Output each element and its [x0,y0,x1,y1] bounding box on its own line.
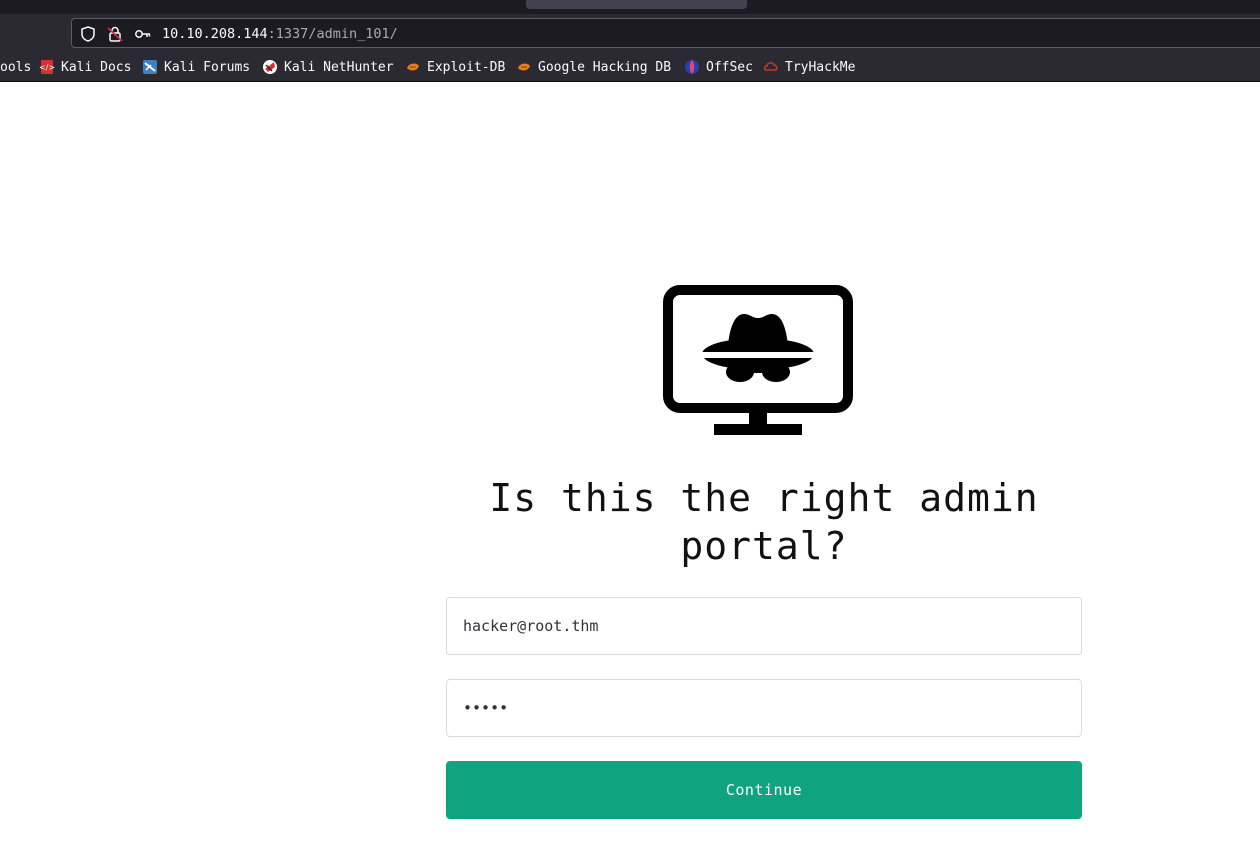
url-host: 10.10.208.144 [162,26,268,42]
bookmark-offsec[interactable]: OffSec [684,58,753,76]
incognito-monitor-icon [662,284,854,438]
tab-strip [0,0,1260,14]
kali-forums-icon [142,59,158,75]
bookmark-google-hacking-db[interactable]: Google Hacking DB [516,58,671,76]
bookmark-kali-forums[interactable]: Kali Forums [142,58,250,76]
active-tab[interactable] [526,0,747,9]
google-hacking-db-icon [516,59,532,75]
key-icon[interactable] [134,25,152,43]
kali-docs-icon: </> [39,59,55,75]
email-field[interactable] [446,597,1082,655]
bookmark-label: OffSec [706,59,753,75]
shield-icon[interactable] [79,25,97,43]
password-field[interactable] [446,679,1082,737]
offsec-icon [684,59,700,75]
bookmark-label: ools [0,59,32,75]
kali-nethunter-icon [262,59,278,75]
bookmark-label: Google Hacking DB [538,59,672,75]
insecure-lock-icon[interactable] [106,25,124,43]
page-title: Is this the right admin portal? [489,476,1039,568]
address-bar[interactable]: 10.10.208.144:1337/admin_101/ [71,18,1260,48]
bookmark-label: Kali NetHunter [284,59,394,75]
bookmark-tryhackme[interactable]: TryHackMe [763,58,855,76]
url-text[interactable]: 10.10.208.144:1337/admin_101/ [162,25,398,43]
bookmark-label: Kali Forums [164,59,251,75]
toolbar-spacer [0,14,66,52]
bookmark-exploit-db[interactable]: Exploit-DB [405,58,505,76]
navigation-toolbar: 10.10.208.144:1337/admin_101/ [0,14,1260,52]
svg-text:</>: </> [39,63,55,72]
bookmark-tools[interactable]: ools [0,58,31,76]
bookmarks-toolbar: ools </> Kali Docs Kali Forums Kali NetH… [0,52,1260,82]
bookmark-kali-nethunter[interactable]: Kali NetHunter [262,58,394,76]
bookmark-kali-docs[interactable]: </> Kali Docs [39,58,132,76]
tryhackme-icon [763,59,779,75]
bookmark-label: TryHackMe [785,59,856,75]
bookmark-label: Kali Docs [61,59,132,75]
exploit-db-icon [405,59,421,75]
bookmark-label: Exploit-DB [427,59,506,75]
continue-button[interactable]: Continue [446,761,1082,819]
url-path: :1337/admin_101/ [267,26,398,42]
